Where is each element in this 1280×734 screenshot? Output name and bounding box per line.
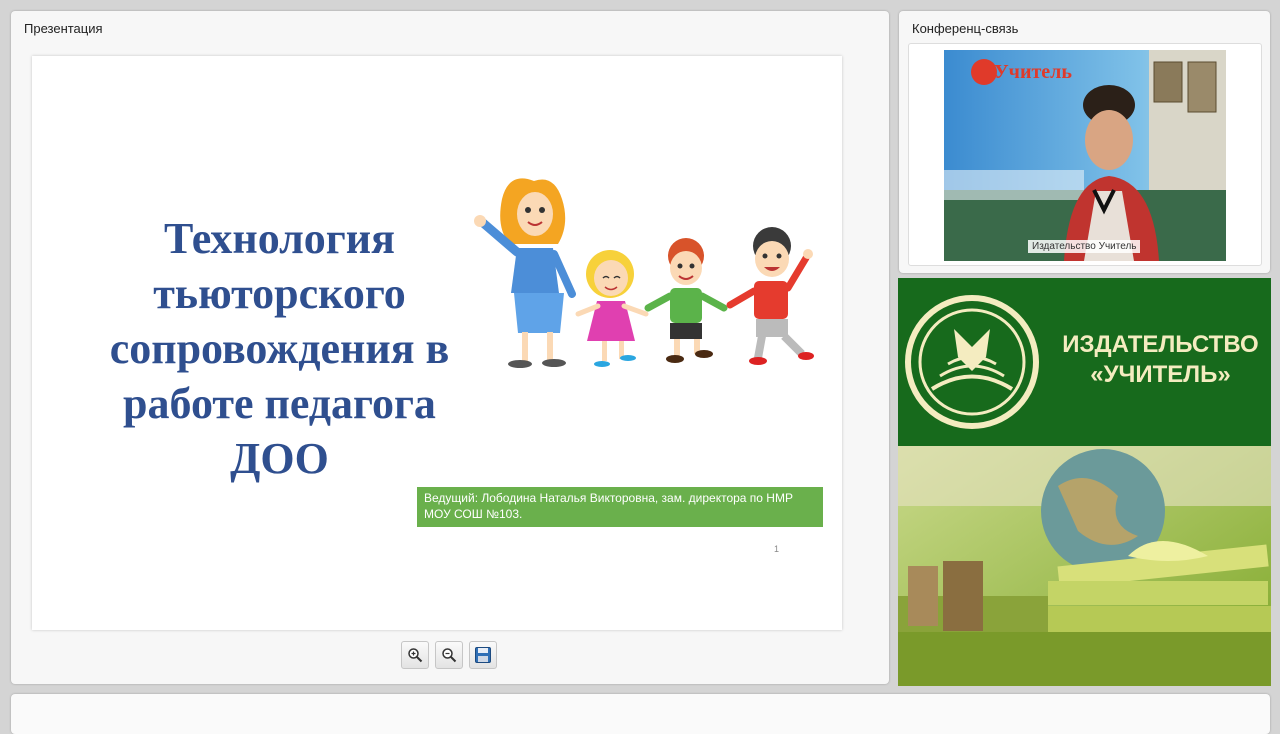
slide-heading-line: ДОО <box>230 434 329 483</box>
slide-heading: Технология тьюторского сопровождения в р… <box>72 211 487 486</box>
video-frame: Учитель Издательство Учитель <box>908 43 1262 266</box>
zoom-out-button[interactable] <box>435 641 463 669</box>
boy-red-figure <box>726 227 814 365</box>
teacher-children-illustration <box>474 178 814 368</box>
presenter-info: Ведущий: Лободина Наталья Викторовна, за… <box>417 487 823 527</box>
girl-figure <box>575 250 649 367</box>
publisher-name-line: ИЗДАТЕЛЬСТВО <box>1062 331 1259 358</box>
zoom-out-icon <box>442 648 457 663</box>
conference-panel: Конференц-связь Учитель Издательство Учи… <box>899 11 1270 273</box>
publisher-header: ИЗДАТЕЛЬСТВО «УЧИТЕЛЬ» <box>898 278 1271 446</box>
zoom-in-icon <box>408 648 423 663</box>
boy-green-figure <box>644 238 728 363</box>
publisher-name: ИЗДАТЕЛЬСТВО «УЧИТЕЛЬ» <box>1058 330 1263 390</box>
publisher-name-line: «УЧИТЕЛЬ» <box>1090 361 1231 388</box>
webcam-video-image: Учитель <box>944 50 1226 261</box>
webcam-video[interactable]: Учитель Издательство Учитель <box>944 50 1226 261</box>
presentation-panel-title: Презентация <box>24 21 103 36</box>
publisher-logo-icon <box>905 295 1039 429</box>
save-icon <box>475 647 491 663</box>
slide-number: 1 <box>774 544 780 554</box>
publisher-books-image <box>898 446 1271 686</box>
books-globe-illustration <box>898 446 1271 686</box>
conference-panel-title: Конференц-связь <box>912 21 1019 36</box>
video-caption: Издательство Учитель <box>1028 240 1141 253</box>
slide-heading-line: работе педагога <box>123 379 436 428</box>
slide-heading-line: тьюторского <box>153 269 406 318</box>
bottom-panel <box>11 694 1270 734</box>
backdrop-text: Учитель <box>994 61 1072 83</box>
presentation-panel: Презентация Технология тьюторского сопро… <box>11 11 889 684</box>
presentation-slide: Технология тьюторского сопровождения в р… <box>32 56 842 630</box>
save-button[interactable] <box>469 641 497 669</box>
zoom-in-button[interactable] <box>401 641 429 669</box>
slide-heading-line: сопровождения в <box>109 324 450 373</box>
slide-heading-line: Технология <box>164 214 395 263</box>
publisher-banner: ИЗДАТЕЛЬСТВО «УЧИТЕЛЬ» <box>898 278 1271 686</box>
teacher-figure <box>474 178 576 368</box>
